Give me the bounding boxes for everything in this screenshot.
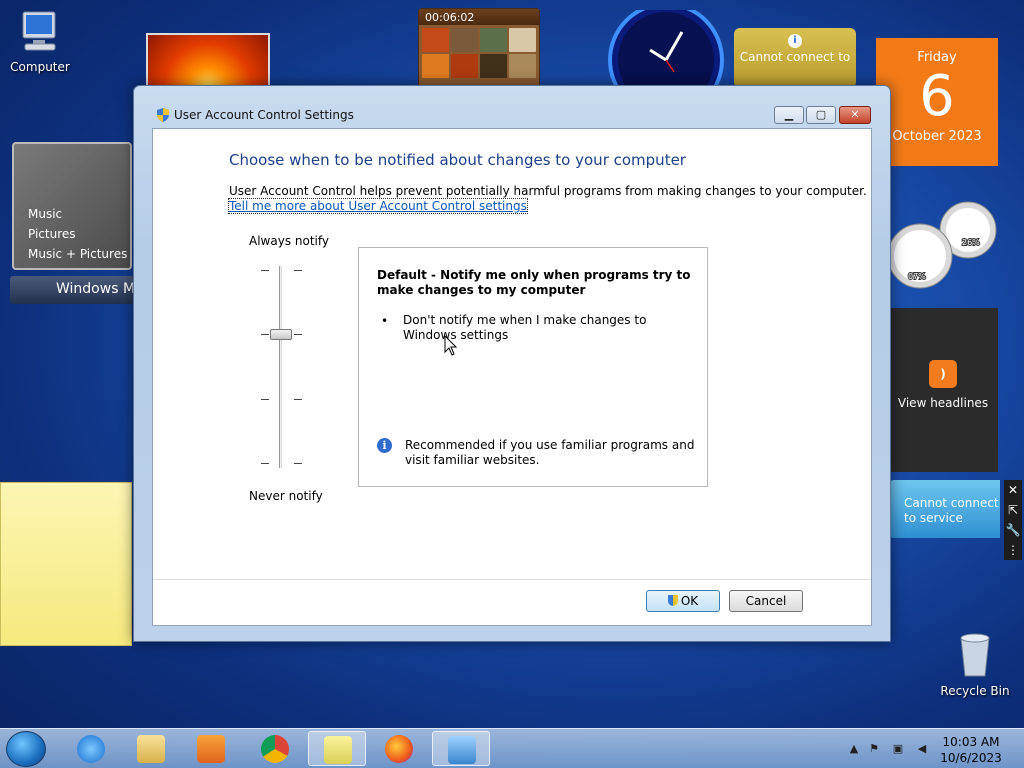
media-center-bar[interactable]: Windows Media Center [10, 276, 134, 304]
media-center-gadget[interactable]: Music Pictures Music + Pictures [12, 142, 132, 270]
taskbar-firefox[interactable] [370, 731, 428, 766]
page-title: Choose when to be notified about changes… [229, 151, 686, 169]
ok-button[interactable]: OK [646, 590, 720, 612]
calendar-gadget[interactable]: Friday 6 October 2023 [876, 38, 998, 166]
description-text: User Account Control helps prevent poten… [229, 184, 867, 198]
puzzle-tiles [419, 25, 539, 81]
taskbar-internet-explorer[interactable] [62, 731, 120, 766]
level-description-box: Default - Notify me only when programs t… [358, 247, 708, 487]
info-icon: i [788, 34, 802, 48]
sticky-note[interactable] [0, 482, 132, 646]
feed-headlines-gadget[interactable]: ) View headlines [888, 308, 998, 472]
minimize-button[interactable]: ▁ [774, 106, 804, 124]
never-notify-label: Never notify [249, 489, 323, 503]
recycle-bin-icon [960, 633, 990, 677]
close-button[interactable]: ✕ [839, 106, 871, 124]
slider-tick [294, 270, 302, 271]
slider-tick [261, 463, 269, 464]
slider-tick [294, 463, 302, 464]
media-item-music-pictures[interactable]: Music + Pictures [28, 244, 130, 264]
cpu-meter-value: 07% [908, 272, 926, 281]
recycle-bin-label: Recycle Bin [940, 684, 1010, 698]
uac-settings-window[interactable]: User Account Control Settings ▁ ▢ ✕ Choo… [133, 85, 891, 642]
calendar-day: Friday [917, 50, 957, 65]
footer-divider [153, 579, 871, 580]
computer-label: Computer [10, 60, 70, 74]
cpu-meter-gadget[interactable]: 26% 07% [890, 200, 1000, 290]
clock-time: 10:03 AM [942, 735, 1000, 749]
action-center-icon[interactable]: ⚑ [866, 742, 882, 756]
calendar-month-year: October 2023 [892, 129, 982, 144]
sticky-notes-icon [324, 736, 352, 764]
dialog-content: Choose when to be notified about changes… [152, 128, 872, 626]
taskbar-sticky-notes[interactable] [308, 731, 366, 766]
info-icon: i [377, 438, 392, 453]
chrome-icon [261, 735, 289, 763]
notify-slider-thumb[interactable] [270, 329, 292, 340]
internet-explorer-icon [77, 735, 105, 763]
clock-date: 10/6/2023 [940, 751, 1002, 765]
resize-icon[interactable]: ⇱ [1004, 500, 1022, 520]
ok-label: OK [680, 594, 699, 608]
bullet-icon: • [381, 314, 389, 328]
window-title: User Account Control Settings [174, 108, 354, 122]
slider-tick [261, 334, 269, 335]
picture-puzzle-gadget[interactable]: 00:06:02 [418, 8, 540, 88]
slider-tick [261, 270, 269, 271]
taskbar-clock[interactable]: 10:03 AM 10/6/2023 [936, 734, 1006, 766]
media-item-pictures[interactable]: Pictures [28, 224, 130, 244]
shield-icon [157, 108, 169, 122]
maximize-button[interactable]: ▢ [806, 106, 836, 124]
control-panel-icon [448, 736, 476, 764]
recycle-bin-desktop-icon[interactable]: Recycle Bin [940, 630, 1010, 698]
network-icon[interactable]: ▣ [890, 742, 906, 756]
wrench-icon[interactable]: 🔧 [1004, 520, 1022, 540]
media-player-icon [197, 735, 225, 763]
weather-side-gadget[interactable]: Cannot connect to service [888, 480, 1000, 538]
drag-handle-icon[interactable]: ⋮ [1004, 540, 1022, 560]
computer-desktop-icon[interactable]: Computer [8, 10, 72, 74]
start-button[interactable] [6, 731, 46, 767]
shield-icon [667, 595, 678, 606]
weather-status: Cannot connect to service [739, 50, 851, 64]
computer-icon [22, 11, 56, 51]
clock-gadget[interactable] [608, 10, 724, 90]
folder-icon [137, 735, 165, 763]
learn-more-link[interactable]: Tell me more about User Account Control … [228, 198, 528, 214]
cancel-button[interactable]: Cancel [729, 590, 803, 612]
firefox-icon [385, 735, 413, 763]
volume-icon[interactable]: ◀ [914, 742, 930, 756]
taskbar-control-panel[interactable] [432, 731, 490, 766]
rss-icon: ) [929, 360, 957, 388]
slider-tick [294, 334, 302, 335]
calendar-date: 6 [919, 64, 955, 129]
weather-gadget[interactable]: i Cannot connect to service [734, 28, 856, 88]
slider-tick [294, 399, 302, 400]
taskbar-media-player[interactable] [182, 731, 240, 766]
notify-slider-track[interactable] [279, 266, 282, 468]
recommendation-text: Recommended if you use familiar programs… [405, 438, 695, 467]
slider-tick [261, 399, 269, 400]
gadget-tools[interactable]: ✕ ⇱ 🔧 ⋮ [1004, 480, 1022, 560]
taskbar: ▲ ⚑ ▣ ◀ 10:03 AM 10/6/2023 [0, 728, 1024, 768]
feeds-label: View headlines [897, 396, 989, 410]
always-notify-label: Always notify [249, 234, 329, 248]
taskbar-chrome[interactable] [246, 731, 304, 766]
close-icon[interactable]: ✕ [1004, 480, 1022, 500]
show-hidden-icons-icon[interactable]: ▲ [846, 742, 862, 756]
weather-side-status: Cannot connect to service [904, 496, 999, 525]
taskbar-file-explorer[interactable] [122, 731, 180, 766]
slideshow-gadget[interactable] [146, 33, 270, 89]
level-title: Default - Notify me only when programs t… [377, 268, 691, 297]
puzzle-timer: 00:06:02 [425, 11, 475, 24]
mouse-cursor-icon [444, 335, 458, 356]
media-item-music[interactable]: Music [28, 204, 130, 224]
memory-meter-value: 26% [962, 238, 980, 247]
